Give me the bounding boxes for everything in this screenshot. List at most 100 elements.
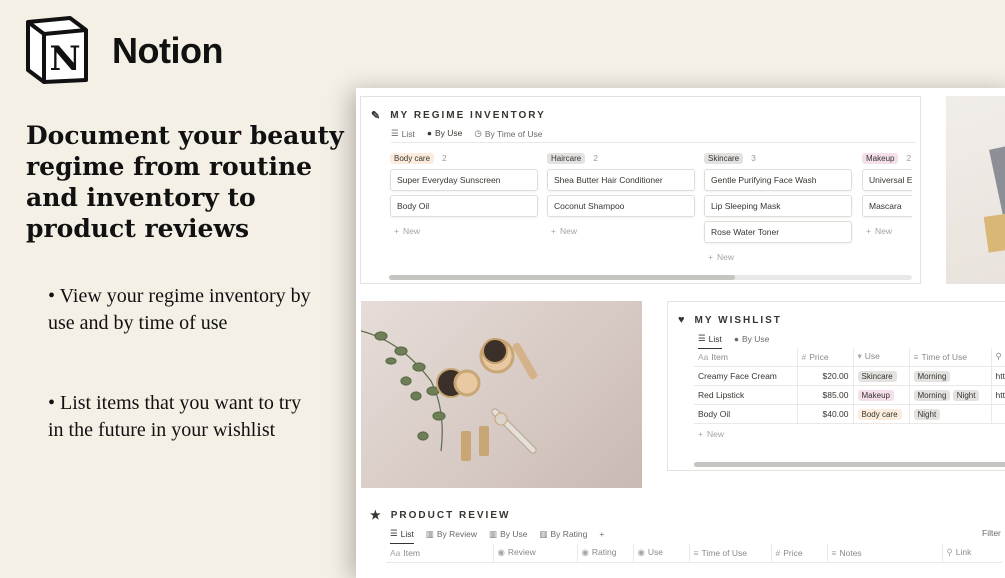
board-card[interactable]: Coconut Shampoo <box>547 195 695 217</box>
inventory-board: ✎ MY REGIME INVENTORY ☰ List ● By Use ◷ By … <box>360 96 921 284</box>
cell-time[interactable]: Morning <box>909 366 992 386</box>
column-header-review[interactable]: ◉ Review <box>493 544 578 563</box>
cell-use[interactable]: Body care <box>853 404 910 424</box>
cell-price[interactable]: $40.00 <box>797 404 854 424</box>
column-header-price[interactable]: # Price <box>797 348 854 367</box>
new-card-button[interactable]: + New <box>390 221 538 241</box>
cell-item[interactable]: Red Lipstick <box>694 385 798 405</box>
new-card-button[interactable]: + New <box>547 221 695 241</box>
cell-link[interactable]: htt <box>991 385 1005 405</box>
board-icon: ▥ <box>425 528 434 539</box>
link-icon: ⚲ <box>946 547 953 558</box>
clock-icon: ◷ <box>474 128 482 138</box>
header-label: Notes <box>839 547 862 558</box>
multiselect-icon: ≡ <box>693 547 699 558</box>
board-card[interactable]: Gentle Purifying Face Wash <box>704 169 852 191</box>
board-card[interactable]: Lip Sleeping Mask <box>704 195 852 217</box>
new-label: New <box>716 252 734 262</box>
table-row[interactable]: Red Lipstick $85.00 Makeup Morning Night… <box>694 385 1005 405</box>
makeup-flatlay-photo <box>360 301 642 488</box>
tab-by-rating[interactable]: ▥ By Rating <box>539 528 587 544</box>
heart-icon: ♥ <box>678 314 687 326</box>
list-icon: ☰ <box>390 528 398 538</box>
cell-time[interactable]: Night <box>909 404 992 424</box>
board-card[interactable]: Super Everyday Sunscreen <box>390 169 538 191</box>
new-card-button[interactable]: + New <box>704 247 852 267</box>
table-row[interactable]: Body Oil $40.00 Body care Night <box>694 404 1005 424</box>
filter-button[interactable]: Filter <box>982 528 1001 538</box>
header-label: Price <box>809 351 829 362</box>
number-icon: # <box>801 351 807 362</box>
select-icon: ◉ <box>497 547 505 558</box>
board-card[interactable]: Universal Ey <box>862 169 912 191</box>
wishlist-tabs: ☰ List ● By Use <box>698 333 769 349</box>
board-icon: ▥ <box>489 528 498 539</box>
header-label: Price <box>783 547 803 558</box>
tab-list[interactable]: ☰ List <box>391 128 415 143</box>
tab-label: List <box>401 128 415 139</box>
tab-list[interactable]: ☰ List <box>390 528 414 544</box>
horizontal-scrollbar[interactable] <box>389 275 912 280</box>
review-table: Aa Item ◉ Review ◉ Rating ◉ Use ≡ Time of Use… <box>386 544 1002 563</box>
table-row[interactable]: Creamy Face Cream $20.00 Skincare Mornin… <box>694 366 1005 386</box>
wishlist-table: Aa Item # Price ▾ Use ≡ Time of Use ⚲ Creamy… <box>694 348 1005 424</box>
column-header-notes[interactable]: ≡ Notes <box>827 544 943 563</box>
tab-label: List <box>708 333 722 344</box>
column-tag: Haircare <box>547 152 586 164</box>
board-card[interactable]: Shea Butter Hair Conditioner <box>547 169 695 191</box>
cell-link[interactable] <box>991 404 1005 424</box>
board-card[interactable]: Mascara <box>862 195 912 217</box>
horizontal-scrollbar[interactable] <box>694 462 1005 467</box>
tabs-divider <box>391 142 916 143</box>
tab-label: By Rating <box>550 529 588 539</box>
new-card-button[interactable]: + New <box>862 221 912 241</box>
product-shape <box>989 143 1005 219</box>
column-header-price[interactable]: # Price <box>771 544 828 563</box>
board-card[interactable]: Rose Water Toner <box>704 221 852 243</box>
tab-by-use[interactable]: ▥ By Use <box>489 528 527 544</box>
column-header-time-of-use[interactable]: ≡ Time of Use <box>909 348 992 367</box>
column-header-item[interactable]: Aa Item <box>386 544 494 563</box>
person-icon: ● <box>426 128 432 138</box>
column-header-use[interactable]: ◉ Use <box>633 544 690 563</box>
header-label: Review <box>507 547 536 558</box>
cell-time[interactable]: Morning Night <box>909 385 992 405</box>
column-header-link[interactable]: ⚲ Link <box>942 544 1002 563</box>
cell-item[interactable]: Creamy Face Cream <box>694 366 798 386</box>
new-row-button[interactable]: + New <box>694 424 724 444</box>
tab-by-use[interactable]: ● By Use <box>734 333 770 349</box>
review-title-row: ★ PRODUCT REVIEW <box>370 508 510 522</box>
cell-use[interactable]: Makeup <box>853 385 910 405</box>
column-header-time-of-use[interactable]: ≡ Time of Use <box>689 544 772 563</box>
tab-by-time-of-use[interactable]: ◷ By Time of Use <box>474 128 542 143</box>
header-label: Item <box>403 547 420 558</box>
cell-price[interactable]: $85.00 <box>797 385 854 405</box>
column-header-item[interactable]: Aa Item <box>694 348 798 367</box>
cell-item[interactable]: Body Oil <box>694 404 798 424</box>
bullet-wishlist: • List items that you want to try in the… <box>48 392 302 441</box>
add-view-button[interactable]: + <box>599 528 604 544</box>
notion-logo-icon: N <box>26 16 88 84</box>
inventory-tabs: ☰ List ● By Use ◷ By Time of Use <box>391 128 542 143</box>
tab-by-use[interactable]: ● By Use <box>426 128 463 143</box>
board-card[interactable]: Body Oil <box>390 195 538 217</box>
column-header-link[interactable]: ⚲ <box>991 348 1005 367</box>
column-count: 2 <box>906 153 912 163</box>
header-label: Use <box>647 547 664 558</box>
tab-list[interactable]: ☰ List <box>698 333 722 349</box>
board-column-body-care: Body care 2 Super Everyday Sunscreen Body… <box>390 151 538 241</box>
products-photo-edge <box>946 96 1005 284</box>
cell-link[interactable]: htt <box>991 366 1005 386</box>
new-label: New <box>706 429 724 439</box>
column-header-rating[interactable]: ◉ Rating <box>577 544 634 563</box>
bullet-inventory: • View your regime inventory by use and … <box>48 285 311 334</box>
headline: Document your beauty regime from routine… <box>26 121 344 243</box>
board-column-makeup: Makeup 2 Universal Ey Mascara + New <box>862 151 912 241</box>
board-icon: ▥ <box>539 528 548 539</box>
tab-by-review[interactable]: ▥ By Review <box>426 528 477 544</box>
column-tag: Skincare <box>704 152 744 164</box>
column-header-use[interactable]: ▾ Use <box>853 348 910 367</box>
cell-price[interactable]: $20.00 <box>797 366 854 386</box>
header-label: Rating <box>591 547 617 558</box>
cell-use[interactable]: Skincare <box>853 366 910 386</box>
